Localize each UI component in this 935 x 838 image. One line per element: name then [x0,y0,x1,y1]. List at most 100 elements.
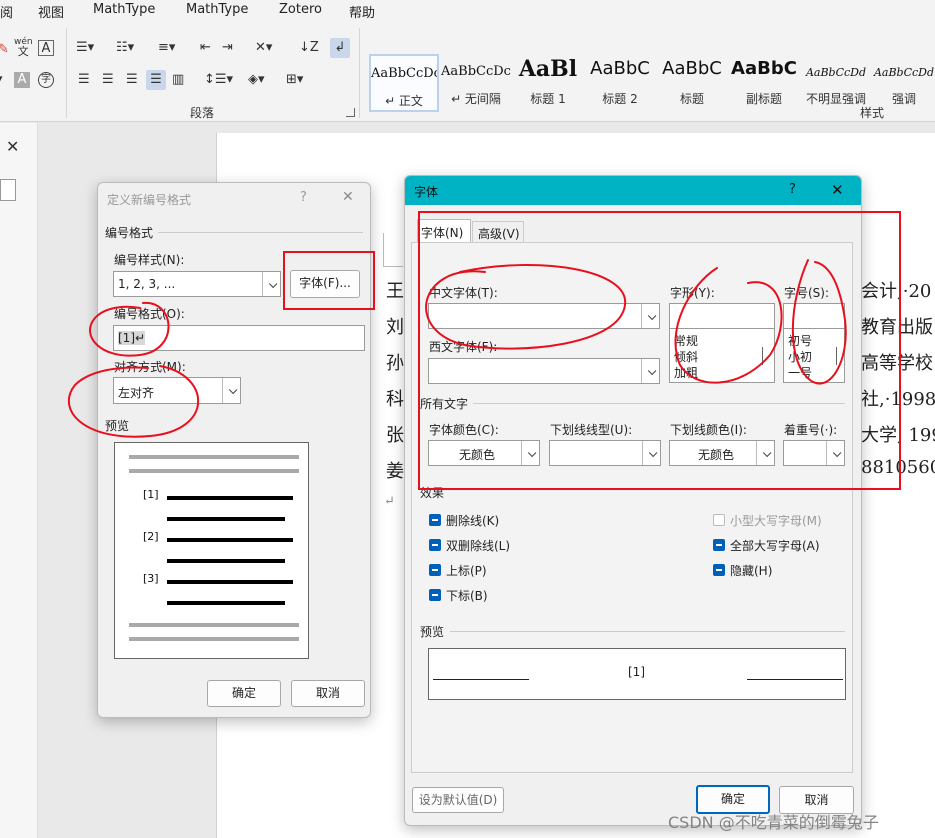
line-spacing-icon[interactable]: ↕☰▾ [204,72,233,88]
small-caps-checkbox[interactable] [713,514,725,526]
all-text-label: 所有文字 [420,397,469,411]
strikethrough-checkbox[interactable] [429,514,441,526]
phonetic-guide-icon[interactable]: wén 文 [14,38,33,58]
effects-label: 效果 [420,486,445,500]
font-size-option[interactable]: 初号 [788,332,812,349]
style-no-spacing[interactable]: AaBbCcDc ↵ 无间隔 [441,54,511,112]
shading-icon[interactable]: ◈▾ [248,72,265,88]
preview-number: [1] [143,488,159,501]
borders-icon[interactable]: ⊞▾ [286,72,303,88]
chinese-font-select[interactable] [428,303,660,329]
char-shading-icon[interactable]: A [14,72,30,88]
pane-dropdown[interactable] [0,179,16,201]
distributed-icon[interactable]: ▥ [172,72,184,88]
enclose-char-icon[interactable]: 字 [38,72,54,88]
preview-bar [129,637,299,641]
cancel-button[interactable]: 取消 [291,680,365,707]
scrollbar-thumb[interactable] [762,347,763,365]
style-subtitle[interactable]: AaBbC 副标题 [729,54,799,112]
eraser-icon[interactable]: ✎ [0,42,9,58]
help-icon[interactable]: ? [789,182,796,197]
chinese-layout-icon[interactable]: ✕▾ [255,40,272,56]
help-icon[interactable]: ? [300,190,307,205]
set-default-button[interactable]: 设为默认值(D) [412,787,504,813]
font-style-option[interactable]: 倾斜 [674,348,698,365]
char-border-icon[interactable]: A [38,40,54,56]
numbering-preview: [1] [2] [3] [114,442,309,659]
emphasis-mark-select[interactable] [783,440,845,466]
menu-help[interactable]: 帮助 [349,2,375,21]
font-size-option[interactable]: 小初 [788,348,812,365]
align-right-icon[interactable]: ☰ [126,72,138,88]
font-size-option[interactable]: 一号 [788,364,812,381]
style-heading-1[interactable]: AaBl 标题 1 [513,54,583,112]
underline-style-select[interactable] [549,440,661,466]
number-format-input[interactable]: [1]↵ [113,325,365,351]
preview-line [167,580,293,584]
menu-review[interactable]: 阅 [0,2,13,21]
style-heading-2[interactable]: AaBbC 标题 2 [585,54,655,112]
show-marks-icon[interactable]: ↲ [330,38,350,58]
underline-style-label: 下划线线型(U): [550,423,633,437]
preview-line [167,496,293,500]
chevron-down-icon [262,272,280,296]
font-button[interactable]: 字体(F)... [290,270,360,298]
styles-group-label: 样式 [860,106,885,120]
doc-line-end: 大学, 199 [861,425,935,446]
font-style-option[interactable]: 加粗 [674,364,698,381]
font-size-input[interactable] [783,303,845,329]
font-size-list[interactable]: 初号 小初 一号 [783,328,845,383]
underline-color-select[interactable]: 无颜色 [669,440,775,466]
western-font-select[interactable] [428,358,660,384]
decrease-indent-icon[interactable]: ⇤ [200,40,211,56]
font-style-list[interactable]: 常规 倾斜 加粗 [669,328,775,383]
dropdown-arrow-icon[interactable]: ▾ [0,72,3,88]
menu-mathtype-1[interactable]: MathType [93,2,155,17]
number-style-select[interactable]: 1, 2, 3, ... [113,271,281,297]
doc-line-start: 王 [386,281,404,302]
increase-indent-icon[interactable]: ⇥ [222,40,233,56]
double-strikethrough-checkbox[interactable] [429,539,441,551]
paragraph-dialog-launcher-icon[interactable] [346,108,355,117]
subscript-checkbox[interactable] [429,589,441,601]
numbering-format-dialog: 定义新编号格式 ? ✕ 编号格式 编号样式(N): 1, 2, 3, ... 字… [97,182,371,718]
close-icon[interactable]: ✕ [342,189,354,205]
font-style-input[interactable] [669,303,775,329]
align-center-icon[interactable]: ☰ [102,72,114,88]
close-icon[interactable]: ✕ [831,181,844,199]
style-title[interactable]: AaBbC 标题 [657,54,727,112]
group-divider [66,28,67,118]
all-caps-checkbox[interactable] [713,539,725,551]
sort-icon[interactable]: ↓Z [299,40,319,56]
chevron-down-icon [641,359,659,383]
font-style-option[interactable]: 常规 [674,332,698,349]
superscript-checkbox[interactable] [429,564,441,576]
chevron-down-icon [756,441,774,465]
justify-icon[interactable]: ☰ [146,70,166,90]
font-color-select[interactable]: 无颜色 [428,440,540,466]
group-divider [359,28,360,118]
emphasis-mark-label: 着重号(·): [784,423,838,437]
style-normal[interactable]: AaBbCcDc ↵ 正文 [369,54,439,112]
font-color-label: 字体颜色(C): [429,423,499,437]
menu-view[interactable]: 视图 [38,2,64,21]
tab-font[interactable]: 字体(N) [417,219,471,243]
chevron-down-icon [642,441,660,465]
menu-zotero[interactable]: Zotero [279,2,322,17]
ribbon: ✎ wén文 A ▾ A 字 ☰▾ ☷▾ ≡▾ ⇤ ⇥ ✕▾ ↓Z ↲ ☰ ☰ … [0,22,935,122]
alignment-select[interactable]: 左对齐 [113,377,241,404]
align-left-icon[interactable]: ☰ [78,72,90,88]
hidden-checkbox[interactable] [713,564,725,576]
scrollbar-thumb[interactable] [836,347,837,365]
ok-button[interactable]: 确定 [207,680,281,707]
tab-advanced[interactable]: 高级(V) [472,221,524,243]
menu-mathtype-2[interactable]: MathType [186,2,248,17]
preview-text: [1] [628,665,645,679]
doc-line-start: 姜 [386,461,404,482]
numbering-icon[interactable]: ☷▾ [116,40,134,56]
close-icon[interactable]: ✕ [6,137,19,156]
font-style-label: 字形(Y): [670,286,715,300]
watermark: CSDN @不吃青菜的倒霉兔子 [668,813,879,832]
multilevel-list-icon[interactable]: ≡▾ [158,40,175,56]
bullets-icon[interactable]: ☰▾ [76,40,94,56]
